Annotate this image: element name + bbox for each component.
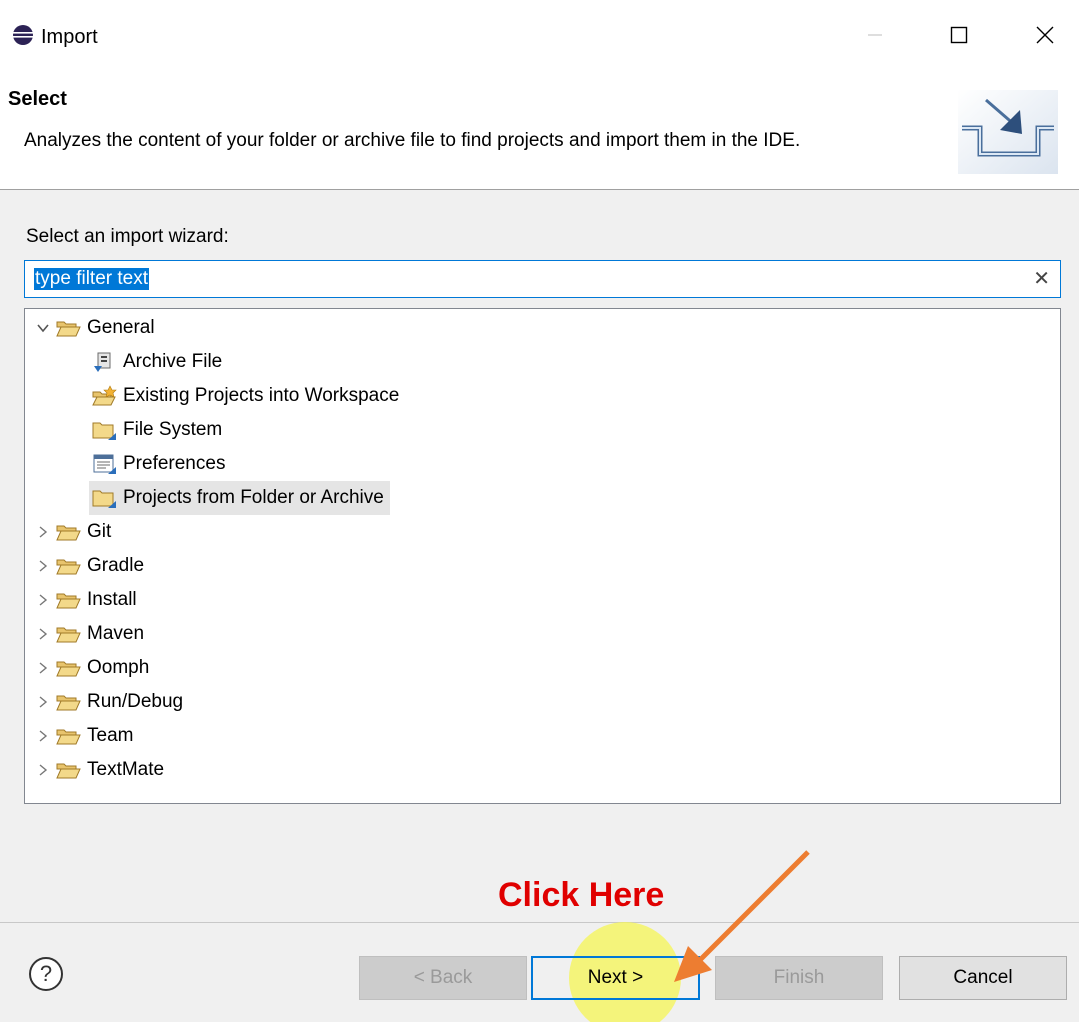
tree-item-team[interactable]: Team [35,719,133,753]
open-folder-icon [56,593,81,609]
open-folder-icon [56,763,81,779]
tree-item-git[interactable]: Git [35,515,111,549]
folder-icon [92,490,116,508]
tree-item-maven[interactable]: Maven [35,617,144,651]
help-icon[interactable]: ? [26,954,66,994]
chevron-right-icon[interactable] [35,524,51,540]
back-button-label: < Back [413,967,473,988]
chevron-right-icon[interactable] [35,660,51,676]
title-bar: Import [0,0,1079,76]
chevron-right-icon[interactable] [35,694,51,710]
tree-item-label: Preferences [123,453,226,474]
annotation-arrow-icon [674,850,810,982]
window-title: Import [41,26,98,48]
tree-item-textmate[interactable]: TextMate [35,753,164,787]
tree-item-label: Oomph [87,657,150,678]
tree-item-label: Maven [87,623,145,644]
wizard-label: Select an import wizard: [26,226,229,247]
archive-file-icon [94,352,111,372]
open-folder-icon [56,627,81,643]
tree-item-label: Git [87,521,112,542]
minimize-button[interactable] [852,12,898,58]
open-folder-icon [56,525,81,541]
clear-icon[interactable]: ✕ [1033,266,1050,291]
tree-item-label: TextMate [87,759,165,780]
open-folder-icon [56,559,81,575]
tree-item-existing-projects[interactable]: Existing Projects into Workspace [91,379,399,413]
tree-item-label: Team [87,725,134,746]
wizard-header: Select Analyzes the content of your fold… [0,76,1079,190]
tree-item-label: Existing Projects into Workspace [123,385,400,406]
import-wizard-banner-icon [958,90,1058,174]
eclipse-icon [13,25,33,45]
preferences-icon [93,454,116,474]
tree-item-preferences[interactable]: Preferences [91,447,225,481]
tree-item-label: File System [123,419,223,440]
footer-separator [0,922,1079,923]
tree-item-run-debug[interactable]: Run/Debug [35,685,183,719]
chevron-down-icon[interactable] [35,320,51,336]
existing-projects-icon [92,385,117,406]
filter-input[interactable]: type filter text ✕ [24,260,1061,298]
chevron-right-icon[interactable] [35,728,51,744]
minimize-icon [868,34,882,36]
tree-item-label: Run/Debug [87,691,184,712]
folder-icon [92,422,116,440]
chevron-right-icon[interactable] [35,592,51,608]
close-icon [1036,26,1054,44]
maximize-button[interactable] [936,12,982,58]
tree-item-oomph[interactable]: Oomph [35,651,149,685]
tree-item-label: Install [87,589,137,610]
open-folder-icon [56,321,81,337]
tree-item-file-system[interactable]: File System [91,413,222,447]
cancel-button-label: Cancel [953,967,1013,988]
open-folder-icon [56,661,81,677]
filter-text[interactable]: type filter text [34,268,149,290]
tree-item-projects-from-folder[interactable]: Projects from Folder or Archive [89,481,390,515]
tree-item-gradle[interactable]: Gradle [35,549,144,583]
cancel-button[interactable]: Cancel [899,956,1067,1000]
back-button[interactable]: < Back [359,956,527,1000]
open-folder-icon [56,729,81,745]
open-folder-icon [56,695,81,711]
tree-item-label: Projects from Folder or Archive [123,487,384,508]
next-button-label: Next > [587,967,644,988]
chevron-right-icon[interactable] [35,558,51,574]
chevron-right-icon[interactable] [35,626,51,642]
page-description: Analyzes the content of your folder or a… [24,130,801,151]
tree-item-archive-file[interactable]: Archive File [91,345,222,379]
wizard-tree[interactable]: General Archive File Existing Projects i… [24,308,1061,804]
tree-item-install[interactable]: Install [35,583,137,617]
close-button[interactable] [1022,12,1068,58]
chevron-right-icon[interactable] [35,762,51,778]
page-title: Select [8,88,67,110]
svg-text:?: ? [40,961,52,986]
tree-item-label: Gradle [87,555,145,576]
tree-item-label: Archive File [123,351,223,372]
tree-item-general[interactable]: General [35,311,155,345]
tree-item-label: General [87,317,155,338]
annotation-text: Click Here [498,876,665,914]
maximize-icon [950,26,968,44]
